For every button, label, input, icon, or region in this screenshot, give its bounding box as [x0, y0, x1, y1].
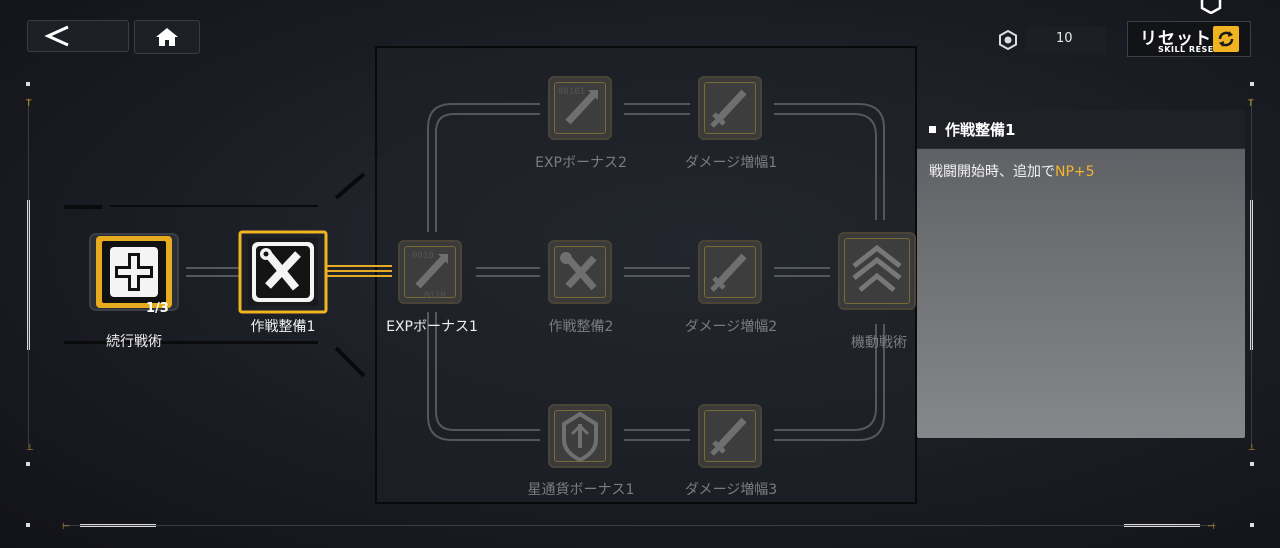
detail-description: 戦闘開始時、追加でNP+5 — [917, 149, 1245, 193]
exp-arrow-icon: 0010 0110 — [412, 251, 448, 301]
medical-cross-icon — [89, 233, 179, 311]
skill-node-dmg1[interactable] — [698, 76, 762, 140]
shield-crest-icon — [562, 411, 598, 463]
detail-title: 作戦整備1 — [945, 120, 1016, 139]
dmg3-label: ダメージ増幅3 — [684, 482, 778, 498]
detail-desc-value: NP+5 — [1055, 164, 1095, 180]
dmg2-label: ダメージ増幅2 — [684, 319, 778, 335]
detail-header: 作戦整備1 — [917, 110, 1245, 149]
skill-node-mobile[interactable] — [838, 232, 916, 310]
skill-tree-screen: T T ⊥ ⊥ ⊢ ⊣ 10 リセット SKILL RESET 1/3 続行戦術… — [0, 0, 1280, 548]
prep1-label: 作戦整備1 — [250, 319, 316, 335]
skill-node-prep2[interactable] — [548, 240, 612, 304]
skill-detail-panel: 作戦整備1 戦闘開始時、追加でNP+5 — [917, 110, 1245, 438]
root-label: 続行戦術 — [106, 334, 162, 350]
svg-text:0110: 0110 — [424, 291, 446, 301]
sword-icon — [710, 253, 747, 292]
svg-text:0010: 0010 — [412, 251, 434, 261]
detail-desc-prefix: 戦闘開始時、追加で — [929, 164, 1055, 180]
dmg1-label: ダメージ増幅1 — [684, 155, 778, 171]
prep2-label: 作戦整備2 — [548, 319, 614, 335]
chevron-up-icon — [852, 244, 902, 292]
skill-node-exp1[interactable]: 0010 0110 — [398, 240, 462, 304]
skill-node-star1[interactable] — [548, 404, 612, 468]
skill-node-dmg2[interactable] — [698, 240, 762, 304]
skill-node-root[interactable]: 1/3 — [88, 232, 180, 316]
skill-node-exp2[interactable]: 00101 — [548, 76, 612, 140]
square-bullet-icon — [929, 125, 936, 133]
sword-icon — [710, 89, 747, 128]
svg-text:00101: 00101 — [558, 87, 585, 97]
exp-arrow-icon: 00101 — [558, 87, 598, 125]
wrench-sword-icon — [238, 230, 328, 314]
star1-label: 星通貨ボーナス1 — [527, 482, 635, 498]
root-level: 1/3 — [146, 301, 169, 316]
sword-icon — [710, 417, 747, 456]
skill-node-dmg3[interactable] — [698, 404, 762, 468]
exp1-label: EXPボーナス1 — [386, 319, 478, 335]
exp2-label: EXPボーナス2 — [535, 155, 627, 171]
skill-node-prep1[interactable] — [238, 230, 328, 314]
wrench-sword-icon — [560, 252, 597, 291]
mobile-label: 機動戦術 — [851, 335, 907, 351]
